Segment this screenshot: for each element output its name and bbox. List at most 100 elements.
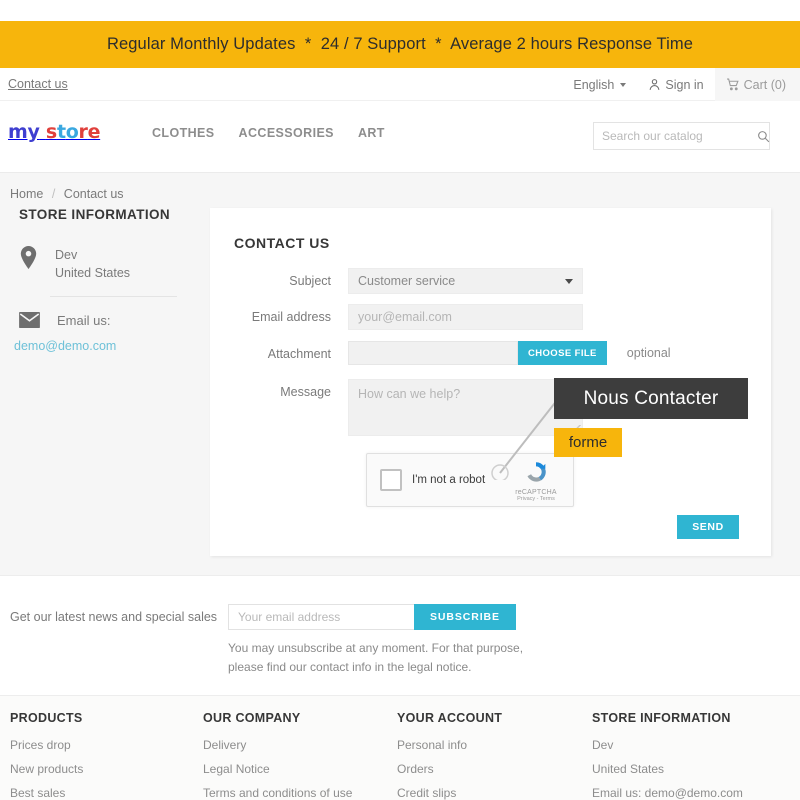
- utility-bar: Contact us English Sign in Cart (0): [0, 68, 800, 101]
- footer-link[interactable]: New products: [10, 762, 83, 776]
- attachment-wrapper: CHOOSE FILE optional: [348, 341, 671, 365]
- nav-item-clothes[interactable]: CLOTHES: [152, 126, 215, 140]
- newsletter-note: You may unsubscribe at any moment. For t…: [228, 639, 523, 676]
- search-box[interactable]: [593, 122, 770, 150]
- breadcrumb-separator: /: [51, 187, 56, 201]
- footer-link[interactable]: Personal info: [397, 738, 502, 752]
- footer-column-products: PRODUCTS Prices drop New products Best s…: [10, 711, 83, 800]
- newsletter-form: Your email address SUBSCRIBE: [228, 604, 516, 630]
- search-icon[interactable]: [757, 130, 770, 143]
- map-pin-icon: [19, 246, 38, 269]
- newsletter-headline: Get our latest news and special sales: [10, 610, 218, 624]
- chevron-down-icon: [565, 278, 573, 284]
- contact-form-title: CONTACT US: [234, 235, 330, 251]
- choose-file-button[interactable]: CHOOSE FILE: [518, 341, 607, 365]
- form-row-message: Message How can we help?: [210, 379, 583, 436]
- sidebar-address-line1: Dev: [55, 248, 78, 262]
- footer-link[interactable]: Best sales: [10, 786, 83, 800]
- sidebar-email-label: Email us:: [57, 312, 111, 328]
- breadcrumb-current: Contact us: [63, 187, 124, 201]
- message-control: How can we help?: [348, 379, 583, 436]
- recaptcha-brand-name: reCAPTCHA: [515, 489, 557, 496]
- footer-column-our-company: OUR COMPANY Delivery Legal Notice Terms …: [203, 711, 352, 800]
- footer-store-line: Dev: [592, 738, 614, 752]
- sidebar-divider: [50, 296, 177, 298]
- nav-item-accessories[interactable]: ACCESSORIES: [239, 126, 334, 140]
- form-row-attachment: Attachment CHOOSE FILE optional: [210, 341, 671, 367]
- subject-select-value: Customer service: [358, 274, 456, 288]
- cart-label: Cart (0): [743, 77, 786, 92]
- utility-bar-right: English Sign in Cart (0): [562, 68, 800, 101]
- sidebar-email-link[interactable]: demo@demo.com: [0, 339, 196, 353]
- utility-contact-us-link[interactable]: Contact us: [8, 77, 68, 91]
- form-row-subject: Subject Customer service: [210, 268, 583, 294]
- promo-banner: Regular Monthly Updates * 24 / 7 Support…: [0, 21, 800, 68]
- sidebar-address-line2: United States: [55, 266, 131, 281]
- language-label: English: [573, 77, 615, 92]
- recaptcha-checkbox[interactable]: [380, 469, 402, 491]
- recaptcha-label: I'm not a robot: [412, 474, 486, 486]
- subscribe-button[interactable]: SUBSCRIBE: [414, 604, 516, 630]
- annotation-title-callout: Nous Contacter: [554, 378, 748, 419]
- newsletter-email-input[interactable]: Your email address: [228, 604, 414, 630]
- message-placeholder: How can we help?: [358, 387, 461, 401]
- footer-column-title: PRODUCTS: [10, 711, 83, 725]
- footer-link[interactable]: Legal Notice: [203, 762, 352, 776]
- subject-select[interactable]: Customer service: [348, 268, 583, 294]
- attachment-control: CHOOSE FILE optional: [348, 341, 671, 365]
- footer-column-title: STORE INFORMATION: [592, 711, 731, 725]
- user-icon: [648, 78, 661, 91]
- attachment-filename-field[interactable]: [348, 341, 518, 365]
- newsletter-section: Get our latest news and special sales Yo…: [0, 575, 800, 695]
- sidebar-address-block: Dev United States: [0, 246, 196, 282]
- footer-link[interactable]: Prices drop: [10, 738, 83, 752]
- message-label: Message: [280, 385, 331, 399]
- footer-store-line: Email us: demo@demo.com: [592, 786, 743, 800]
- nav-item-art[interactable]: ART: [358, 126, 385, 140]
- promo-banner-text: Regular Monthly Updates * 24 / 7 Support…: [106, 35, 694, 53]
- attachment-optional-hint: optional: [626, 346, 671, 360]
- breadcrumb: Home / Contact us: [10, 187, 124, 201]
- site-logo[interactable]: my store: [8, 123, 100, 142]
- newsletter-email-placeholder: Your email address: [238, 610, 341, 624]
- recaptcha-logo-icon: [523, 459, 549, 485]
- footer-column-title: OUR COMPANY: [203, 711, 301, 725]
- footer-link[interactable]: Terms and conditions of use: [203, 786, 352, 800]
- footer-column-store-information: STORE INFORMATION Dev United States Emai…: [592, 711, 743, 800]
- subject-control: Customer service: [348, 268, 583, 294]
- form-row-email: Email address your@email.com: [210, 304, 583, 330]
- breadcrumb-home[interactable]: Home: [10, 187, 43, 201]
- envelope-icon: [19, 312, 40, 329]
- footer-link[interactable]: Delivery: [203, 738, 352, 752]
- footer-link[interactable]: Orders: [397, 762, 502, 776]
- sign-in-label: Sign in: [665, 77, 704, 92]
- cart-button[interactable]: Cart (0): [714, 68, 800, 101]
- language-selector[interactable]: English: [562, 68, 637, 101]
- sign-in-link[interactable]: Sign in: [637, 68, 714, 101]
- site-footer: PRODUCTS Prices drop New products Best s…: [0, 695, 800, 800]
- search-input[interactable]: [602, 129, 757, 143]
- subject-label: Subject: [289, 274, 331, 288]
- store-information-sidebar: STORE INFORMATION Dev United States Emai…: [0, 207, 196, 353]
- footer-link[interactable]: Credit slips: [397, 786, 502, 800]
- recaptcha-widget[interactable]: I'm not a robot reCAPTCHA Privacy - Term…: [366, 453, 574, 507]
- recaptcha-branding: reCAPTCHA Privacy - Terms: [505, 459, 567, 502]
- shopping-cart-icon: [726, 78, 740, 91]
- email-control: your@email.com: [348, 304, 583, 330]
- logo-part-store: store: [45, 121, 101, 143]
- email-input-placeholder: your@email.com: [358, 310, 452, 324]
- sidebar-title: STORE INFORMATION: [19, 207, 171, 222]
- sidebar-address-text: Dev United States: [55, 246, 130, 282]
- logo-part-my: my: [8, 121, 40, 143]
- search-widget: [593, 122, 770, 150]
- recaptcha-legal-links[interactable]: Privacy - Terms: [505, 496, 567, 502]
- newsletter-note-line2: please find our contact info in the lega…: [228, 659, 472, 674]
- message-textarea[interactable]: How can we help?: [348, 379, 583, 436]
- email-input[interactable]: your@email.com: [348, 304, 583, 330]
- email-address-label: Email address: [251, 310, 331, 324]
- footer-column-your-account: YOUR ACCOUNT Personal info Orders Credit…: [397, 711, 502, 800]
- newsletter-note-line1: You may unsubscribe at any moment. For t…: [228, 641, 524, 655]
- sidebar-email-block: Email us:: [0, 312, 196, 329]
- send-button[interactable]: SEND: [677, 515, 739, 539]
- footer-column-title: YOUR ACCOUNT: [397, 711, 503, 725]
